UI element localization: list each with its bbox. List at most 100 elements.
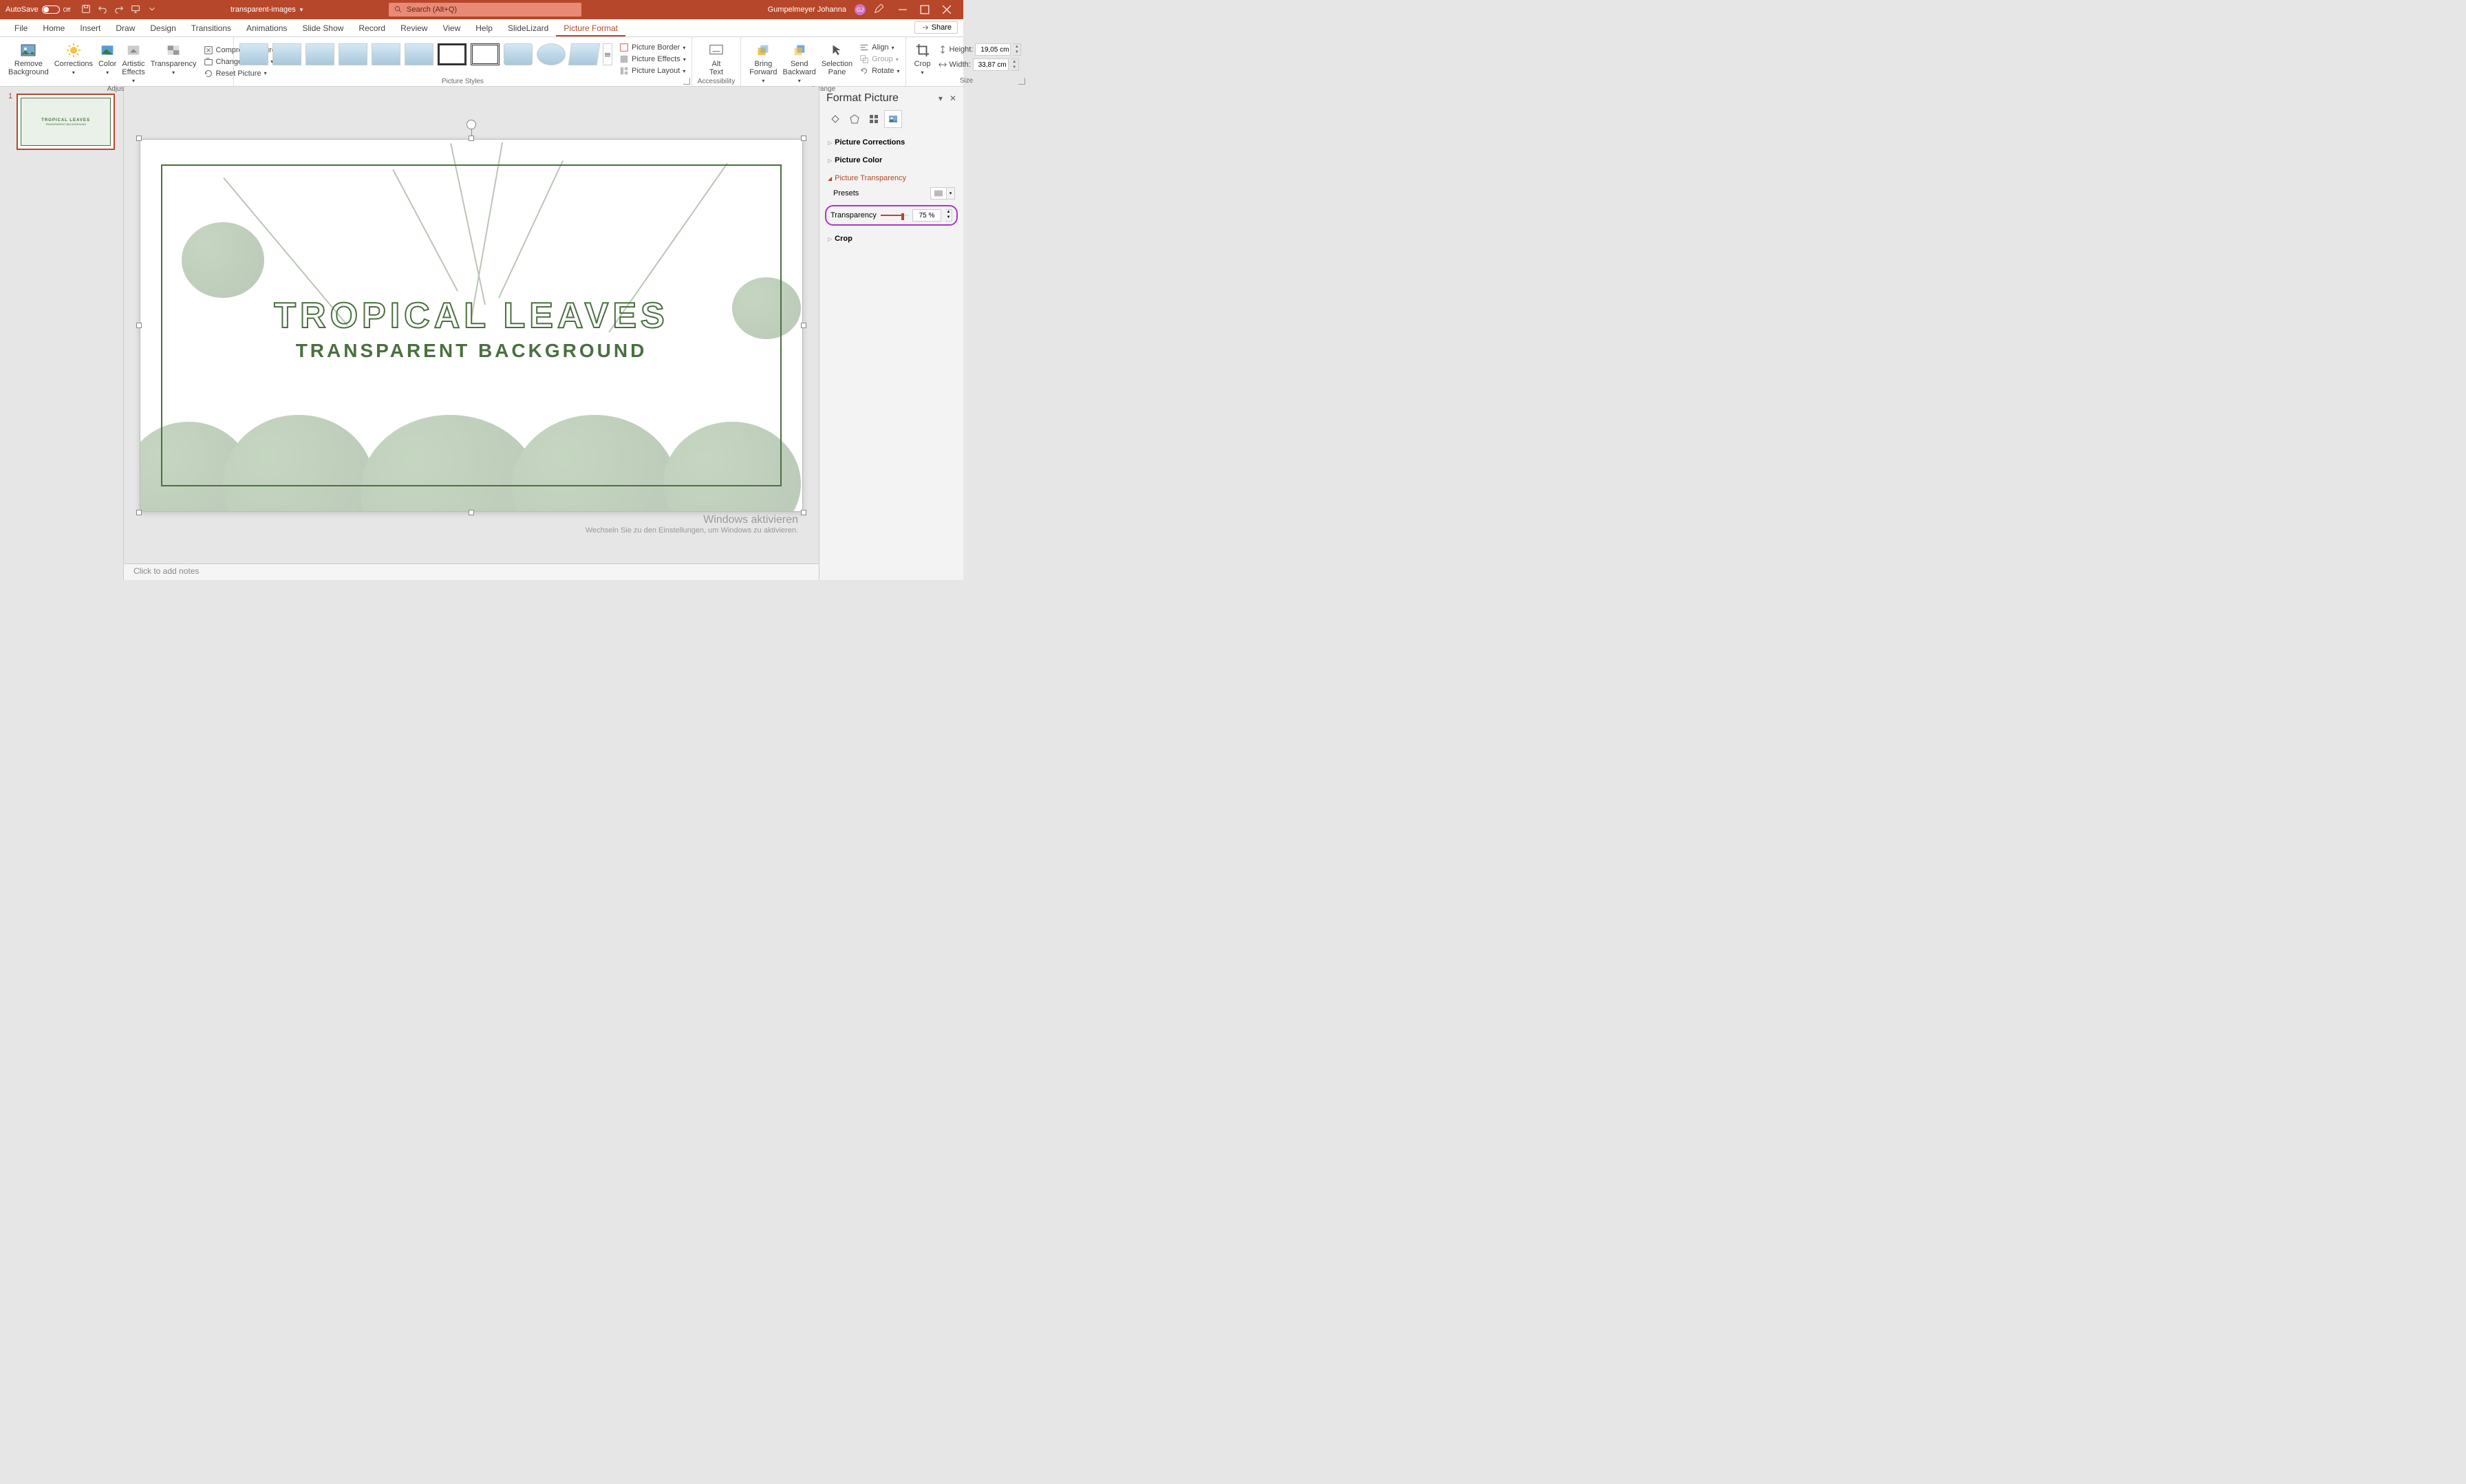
- tab-draw[interactable]: Draw: [108, 20, 142, 36]
- gallery-more-button[interactable]: [603, 43, 612, 65]
- presets-dropdown[interactable]: ▾: [947, 187, 955, 200]
- tab-record[interactable]: Record: [351, 20, 393, 36]
- transparency-value[interactable]: 75 %: [912, 209, 941, 222]
- height-spinner[interactable]: ▲▼: [1013, 43, 1021, 56]
- pane-close-icon[interactable]: ✕: [950, 94, 956, 103]
- tab-transitions[interactable]: Transitions: [184, 20, 239, 36]
- share-button[interactable]: Share: [914, 21, 958, 34]
- height-input[interactable]: [975, 43, 1011, 56]
- tab-design[interactable]: Design: [142, 20, 183, 36]
- tab-picture-format[interactable]: Picture Format: [556, 20, 625, 36]
- tab-slidelizard[interactable]: SlideLizard: [500, 20, 556, 36]
- crop-button[interactable]: Crop▾: [912, 39, 934, 76]
- style-preset-7[interactable]: [438, 43, 467, 65]
- qat-dropdown-icon[interactable]: [147, 4, 157, 16]
- group-label-access: Accessibility: [698, 76, 735, 87]
- style-preset-6[interactable]: [405, 43, 433, 65]
- group-button[interactable]: Group▾: [859, 54, 899, 65]
- color-button[interactable]: Color▾: [96, 39, 119, 84]
- artistic-effects-button[interactable]: ArtisticEffects▾: [119, 39, 147, 84]
- style-preset-8[interactable]: [471, 43, 500, 65]
- notes-pane[interactable]: Click to add notes: [124, 563, 819, 580]
- align-button[interactable]: Align▾: [859, 42, 899, 53]
- section-picture-color[interactable]: ▷Picture Color: [828, 154, 955, 166]
- pane-tab-fill[interactable]: [826, 110, 844, 128]
- tab-slideshow[interactable]: Slide Show: [294, 20, 351, 36]
- tab-help[interactable]: Help: [468, 20, 500, 36]
- remove-background-button[interactable]: RemoveBackground: [6, 39, 52, 84]
- save-icon[interactable]: [81, 4, 91, 16]
- tab-animations[interactable]: Animations: [239, 20, 294, 36]
- present-icon[interactable]: [131, 4, 140, 16]
- resize-handle-tl[interactable]: [136, 136, 142, 141]
- picture-effects-button[interactable]: Picture Effects▾: [619, 54, 686, 65]
- resize-handle-tr[interactable]: [801, 136, 806, 141]
- style-preset-2[interactable]: [272, 43, 301, 65]
- selection-pane-button[interactable]: SelectionPane: [819, 39, 855, 84]
- close-button[interactable]: [936, 0, 958, 19]
- style-preset-4[interactable]: [339, 43, 367, 65]
- redo-icon[interactable]: [114, 4, 124, 16]
- tab-review[interactable]: Review: [393, 20, 435, 36]
- minimize-button[interactable]: [892, 0, 914, 19]
- picture-layout-button[interactable]: Picture Layout▾: [619, 65, 686, 76]
- ribbon-tabs: File Home Insert Draw Design Transitions…: [0, 19, 963, 37]
- tab-file[interactable]: File: [7, 20, 35, 36]
- alt-text-button[interactable]: AltText: [698, 39, 735, 76]
- user-name[interactable]: Gumpelmeyer Johanna: [768, 6, 846, 14]
- style-preset-5[interactable]: [372, 43, 400, 65]
- style-preset-1[interactable]: [239, 43, 268, 65]
- resize-handle-mr[interactable]: [801, 323, 806, 328]
- slide-title-text: TROPICAL LEAVES: [140, 295, 802, 336]
- group-icon: [859, 54, 869, 64]
- rotation-handle[interactable]: [467, 120, 476, 129]
- styles-gallery[interactable]: [239, 39, 612, 65]
- transparency-presets-button[interactable]: [930, 187, 947, 200]
- tab-view[interactable]: View: [435, 20, 468, 36]
- autosave-toggle[interactable]: AutoSave Off: [6, 6, 70, 14]
- rotate-button[interactable]: Rotate▾: [859, 65, 899, 76]
- slide-thumbnail-1[interactable]: TROPICAL LEAVES TRANSPARENT BACKGROUND: [17, 94, 115, 150]
- pane-tab-size[interactable]: [865, 110, 883, 128]
- section-picture-transparency[interactable]: ◢Picture Transparency: [828, 172, 955, 184]
- resize-handle-ml[interactable]: [136, 323, 142, 328]
- bring-forward-button[interactable]: BringForward▾: [747, 39, 780, 84]
- width-input[interactable]: [973, 58, 1009, 71]
- width-icon: [938, 60, 947, 69]
- send-backward-button[interactable]: SendBackward▾: [780, 39, 819, 84]
- transparency-slider[interactable]: [881, 215, 908, 216]
- section-picture-corrections[interactable]: ▷Picture Corrections: [828, 136, 955, 149]
- pane-tab-effects[interactable]: [846, 110, 864, 128]
- picture-border-button[interactable]: Picture Border▾: [619, 42, 686, 53]
- corrections-button[interactable]: Corrections▾: [52, 39, 96, 84]
- resize-handle-tm[interactable]: [469, 136, 474, 141]
- pen-icon[interactable]: [874, 4, 883, 16]
- transparency-button[interactable]: Transparency▾: [148, 39, 200, 84]
- style-preset-10[interactable]: [537, 43, 566, 65]
- width-spinner[interactable]: ▲▼: [1011, 58, 1019, 71]
- avatar[interactable]: GJ: [855, 4, 866, 15]
- style-preset-11[interactable]: [568, 43, 600, 65]
- resize-handle-bm[interactable]: [469, 510, 474, 515]
- slide-canvas[interactable]: TROPICAL LEAVES TRANSPARENT BACKGROUND: [140, 139, 803, 512]
- tab-home[interactable]: Home: [35, 20, 72, 36]
- toggle-switch[interactable]: [42, 6, 60, 14]
- autosave-state: Off: [63, 7, 71, 13]
- transparency-spinner[interactable]: ▲▼: [945, 209, 952, 222]
- change-pic-icon: [204, 57, 213, 67]
- styles-dialog-launcher[interactable]: [683, 78, 690, 85]
- maximize-button[interactable]: [914, 0, 936, 19]
- pane-tab-picture[interactable]: [884, 110, 902, 128]
- document-title[interactable]: transparent-images ▾: [230, 6, 303, 14]
- section-crop[interactable]: ▷Crop: [828, 233, 955, 245]
- style-preset-9[interactable]: [504, 43, 533, 65]
- undo-icon[interactable]: [98, 4, 107, 16]
- resize-handle-bl[interactable]: [136, 510, 142, 515]
- size-dialog-launcher[interactable]: [1018, 78, 1025, 85]
- tab-insert[interactable]: Insert: [72, 20, 108, 36]
- alt-text-icon: [709, 43, 724, 58]
- style-preset-3[interactable]: [305, 43, 334, 65]
- search-box[interactable]: Search (Alt+Q): [389, 3, 581, 17]
- resize-handle-br[interactable]: [801, 510, 806, 515]
- pane-dropdown-icon[interactable]: ▾: [939, 94, 943, 103]
